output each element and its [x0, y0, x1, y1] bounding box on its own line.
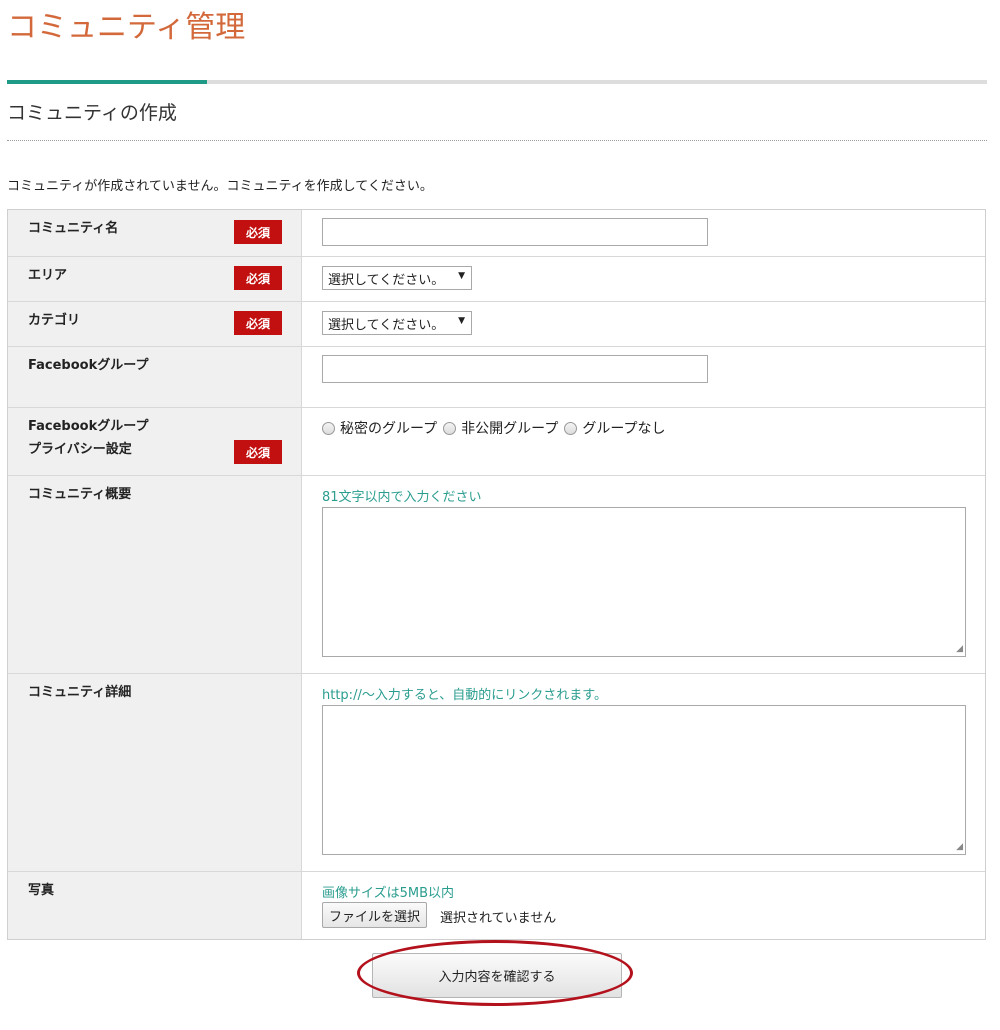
form-row-detail: コミュニティ詳細 http://～入力すると、自動的にリンクされます。 ◢ — [8, 673, 985, 871]
label-cell: 写真 — [8, 872, 302, 939]
detail-hint: http://～入力すると、自動的にリンクされます。 — [322, 688, 608, 703]
form-row-privacy: Facebookグループ プライバシー設定 必須 秘密のグループ 非公開グループ… — [8, 407, 985, 475]
field-cell: 選択してください。 ▼ — [302, 257, 985, 301]
title-divider-accent — [7, 80, 207, 84]
summary-hint: 81文字以内で入力ください — [322, 490, 482, 505]
section-title: コミュニティの作成 — [7, 102, 177, 124]
form-row-category: カテゴリ 必須 選択してください。 ▼ — [8, 301, 985, 346]
highlight-annotation — [357, 940, 633, 1006]
area-select[interactable]: 選択してください。 ▼ — [322, 266, 472, 290]
resize-grip-icon[interactable]: ◢ — [956, 843, 963, 852]
area-label: エリア — [28, 268, 68, 283]
category-label: カテゴリ — [28, 313, 81, 328]
radio-secret-group[interactable] — [322, 421, 335, 435]
privacy-label-line2: プライバシー設定 — [28, 442, 132, 457]
dropdown-arrow-icon: ▼ — [458, 271, 465, 281]
detail-textarea[interactable]: ◢ — [322, 705, 966, 855]
category-select[interactable]: 選択してください。 ▼ — [322, 311, 472, 335]
resize-grip-icon[interactable]: ◢ — [956, 645, 963, 654]
radio-closed-group[interactable] — [443, 421, 457, 435]
detail-label: コミュニティ詳細 — [28, 685, 132, 700]
required-badge: 必須 — [234, 440, 282, 464]
field-cell: 画像サイズは5MB以内 ファイルを選択 選択されていません — [302, 872, 985, 939]
privacy-label-line1: Facebookグループ — [28, 419, 149, 434]
photo-label: 写真 — [28, 883, 55, 898]
section-divider — [7, 140, 987, 141]
facebook-group-label: Facebookグループ — [28, 358, 149, 373]
radio-no-group[interactable] — [564, 421, 578, 435]
intro-message: コミュニティが作成されていません。コミュニティを作成してください。 — [7, 179, 433, 194]
label-cell: コミュニティ概要 — [8, 476, 302, 673]
label-cell: エリア 必須 — [8, 257, 302, 301]
required-badge: 必須 — [234, 266, 282, 290]
file-status: 選択されていません — [440, 911, 557, 926]
choose-file-button[interactable]: ファイルを選択 — [322, 902, 428, 928]
field-cell: 81文字以内で入力ください ◢ — [302, 476, 985, 673]
label-cell: コミュニティ名 必須 — [8, 210, 302, 256]
community-name-input[interactable] — [322, 218, 708, 246]
area-select-value: 選択してください。 — [328, 272, 445, 288]
summary-textarea[interactable]: ◢ — [322, 507, 966, 657]
field-cell: 秘密のグループ 非公開グループ グループなし — [302, 408, 985, 475]
community-name-label: コミュニティ名 — [28, 221, 119, 236]
radio-closed-group-label[interactable]: 非公開グループ — [461, 418, 558, 438]
summary-label: コミュニティ概要 — [28, 487, 132, 502]
label-cell: Facebookグループ — [8, 347, 302, 407]
form-row-area: エリア 必須 選択してください。 ▼ — [8, 256, 985, 301]
required-badge: 必須 — [234, 220, 282, 244]
form-row-facebook-group: Facebookグループ — [8, 346, 985, 407]
form-row-photo: 写真 画像サイズは5MB以内 ファイルを選択 選択されていません — [8, 871, 985, 939]
form-row-community-name: コミュニティ名 必須 — [8, 210, 985, 256]
field-cell: http://～入力すると、自動的にリンクされます。 ◢ — [302, 674, 985, 871]
title-divider — [7, 80, 987, 84]
dropdown-arrow-icon: ▼ — [458, 316, 465, 326]
field-cell — [302, 210, 985, 256]
radio-secret-group-label[interactable]: 秘密のグループ — [340, 418, 437, 438]
field-cell: 選択してください。 ▼ — [302, 302, 985, 346]
label-cell: Facebookグループ プライバシー設定 必須 — [8, 408, 302, 475]
form-row-summary: コミュニティ概要 81文字以内で入力ください ◢ — [8, 475, 985, 673]
facebook-group-input[interactable] — [322, 355, 708, 383]
privacy-radio-group: 秘密のグループ 非公開グループ グループなし — [322, 418, 672, 438]
page-title: コミュニティ管理 — [7, 10, 246, 45]
label-cell: コミュニティ詳細 — [8, 674, 302, 871]
field-cell — [302, 347, 985, 407]
photo-hint: 画像サイズは5MB以内 — [322, 886, 455, 901]
radio-no-group-label[interactable]: グループなし — [582, 418, 665, 438]
label-cell: カテゴリ 必須 — [8, 302, 302, 346]
required-badge: 必須 — [234, 311, 282, 335]
community-form: コミュニティ名 必須 エリア 必須 選択してください。 ▼ カテゴリ 必須 選択… — [7, 209, 986, 940]
category-select-value: 選択してください。 — [328, 317, 445, 333]
